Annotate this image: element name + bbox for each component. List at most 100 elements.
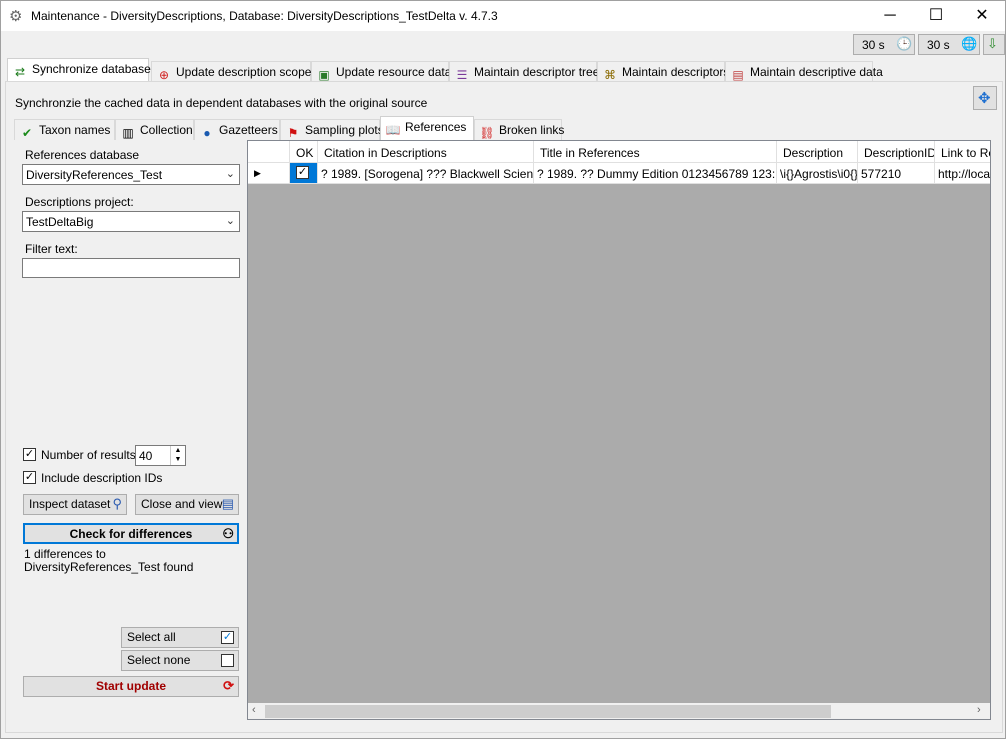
select-none-label: Select none	[127, 653, 191, 667]
column-header-description-id[interactable]: DescriptionID	[858, 141, 935, 163]
select-all-button[interactable]: Select all ✓	[121, 627, 239, 648]
maximize-button[interactable]: ☐	[913, 1, 959, 31]
tab-maintain-descriptor-trees[interactable]: ☰ Maintain descriptor trees	[449, 61, 605, 82]
num-results-label: Number of results:	[41, 448, 140, 462]
magnifier-icon: ⚲	[112, 496, 122, 511]
tab-label: Maintain descriptor trees	[474, 65, 606, 79]
window-title: Maintenance - DiversityDescriptions, Dat…	[31, 9, 498, 23]
taxon-icon: ✔	[21, 126, 33, 140]
data-icon: ▤	[732, 68, 744, 82]
gear-icon: ⚙	[9, 8, 23, 25]
include-ids-checkbox[interactable]: ✓	[23, 471, 36, 484]
close-and-view-button[interactable]: Close and view ▤	[135, 494, 239, 515]
project-combo[interactable]: TestDeltaBig ⌄	[22, 211, 240, 232]
num-results-value: 40	[139, 449, 153, 463]
globe-icon: ●	[203, 126, 211, 140]
export-button[interactable]: ⇩	[983, 34, 1005, 55]
filter-input[interactable]	[22, 258, 240, 278]
tab-maintain-descriptors[interactable]: ⌘ Maintain descriptors	[597, 61, 729, 82]
plot-icon: ⚑	[287, 126, 299, 140]
sync-icon: ⇄	[14, 65, 26, 79]
result-text: 1 differences to DiversityReferences_Tes…	[24, 547, 194, 574]
table-row-ok-cell[interactable]: ✓	[290, 163, 318, 184]
row-selector[interactable]: ▶	[248, 163, 290, 184]
page-description: Synchronzie the cached data in dependent…	[15, 96, 428, 110]
download-icon: ⇩	[987, 36, 998, 51]
inspect-label: Inspect dataset	[29, 497, 111, 511]
target-icon: ⊕	[158, 68, 170, 82]
ref-db-label: References database	[25, 148, 140, 162]
column-header-description[interactable]: Description	[777, 141, 858, 163]
include-ids-label: Include description IDs	[41, 471, 163, 485]
scroll-right-icon[interactable]: ›	[977, 704, 981, 716]
close-view-label: Close and view	[141, 497, 223, 511]
subtab-taxon-names[interactable]: ✔ Taxon names	[14, 119, 115, 140]
column-header-link[interactable]: Link to Re	[935, 141, 990, 163]
tab-update-resource-data[interactable]: ▣ Update resource data	[311, 61, 452, 82]
table-row-description[interactable]: \i{}Agrostis\i0{}	[777, 163, 858, 184]
tab-label: Synchronize databases	[32, 62, 157, 76]
table-row-link[interactable]: http://loca	[935, 163, 990, 184]
subtab-references[interactable]: 📖 References	[380, 116, 474, 140]
select-none-button[interactable]: Select none	[121, 650, 239, 671]
timer-label-1: 30 s	[862, 38, 885, 52]
start-update-label: Start update	[95, 679, 166, 693]
start-update-button[interactable]: Start update ⟳	[23, 676, 239, 697]
chevron-down-icon: ⌄	[225, 168, 235, 180]
unchecked-box-icon	[221, 654, 234, 667]
tree-icon: ☰	[456, 68, 468, 82]
chevron-down-icon: ⌄	[225, 215, 235, 227]
tab-label: Maintain descriptors	[622, 65, 730, 79]
title-bar: ⚙ Maintenance - DiversityDescriptions, D…	[1, 1, 1005, 31]
subtab-collection[interactable]: ▥ Collection	[115, 119, 194, 140]
num-results-checkbox[interactable]: ✓	[23, 448, 36, 461]
inspect-dataset-button[interactable]: Inspect dataset ⚲	[23, 494, 127, 515]
table-row-description-id[interactable]: 577210	[858, 163, 935, 184]
select-all-label: Select all	[127, 630, 176, 644]
num-results-stepper[interactable]: 40 ▲ ▼	[135, 445, 186, 466]
move-arrows-icon: ✥	[978, 90, 991, 107]
close-button[interactable]: ✕	[959, 1, 1005, 31]
check-differences-button[interactable]: Check for differences ⚇	[23, 523, 239, 544]
scrollbar-thumb[interactable]	[265, 705, 831, 718]
timer-button-2[interactable]: 30 s 🌐	[918, 34, 980, 55]
subtab-sampling-plots[interactable]: ⚑ Sampling plots	[280, 119, 384, 140]
clock-icon: 🕒	[896, 36, 913, 51]
subtab-broken-links[interactable]: ⛓ Broken links	[474, 119, 565, 140]
subtab-gazetteers[interactable]: ● Gazetteers	[194, 119, 280, 140]
arrange-button[interactable]: ✥	[973, 86, 997, 110]
image-icon: ▣	[318, 68, 330, 82]
tab-maintain-descriptive-data[interactable]: ▤ Maintain descriptive data	[725, 61, 883, 82]
tab-label: Gazetteers	[219, 123, 278, 137]
check-label: Check for differences	[69, 527, 193, 541]
book-icon: 📖	[385, 123, 401, 137]
tab-update-description-scopes[interactable]: ⊕ Update description scopes	[151, 61, 317, 82]
ref-db-value: DiversityReferences_Test	[26, 168, 163, 182]
column-header-citation[interactable]: Citation in Descriptions	[318, 141, 534, 163]
differences-grid[interactable]: OK Citation in Descriptions Title in Ref…	[247, 140, 991, 720]
minimize-button[interactable]: ─	[867, 1, 913, 31]
tab-label: Update description scopes	[176, 65, 318, 79]
scroll-left-icon[interactable]: ‹	[252, 704, 256, 716]
tab-synchronize-databases[interactable]: ⇄ Synchronize databases	[7, 58, 157, 82]
barcode-icon: ▥	[122, 126, 134, 140]
spin-arrows-icon[interactable]: ▲ ▼	[170, 446, 185, 465]
tab-label: Broken links	[499, 123, 565, 137]
ref-db-combo[interactable]: DiversityReferences_Test ⌄	[22, 164, 240, 185]
tab-label: Collection	[140, 123, 193, 137]
table-row-citation[interactable]: ? 1989. [Sorogena] ??? Blackwell Scienti…	[318, 163, 534, 184]
checked-box-icon: ✓	[221, 631, 234, 644]
horizontal-scrollbar[interactable]: ‹ ›	[248, 703, 990, 719]
project-label: Descriptions project:	[25, 195, 134, 209]
row-checkbox[interactable]: ✓	[296, 166, 309, 179]
descriptor-icon: ⌘	[604, 68, 616, 82]
column-header-ok[interactable]: OK	[290, 141, 318, 163]
globe-refresh-icon: 🌐	[961, 36, 978, 51]
column-header-title[interactable]: Title in References	[534, 141, 777, 163]
tab-label: Sampling plots	[305, 123, 384, 137]
tab-label: Taxon names	[39, 123, 111, 137]
timer-button-1[interactable]: 30 s 🕒	[853, 34, 915, 55]
tab-label: Update resource data	[336, 65, 452, 79]
app-window: ⚙ Maintenance - DiversityDescriptions, D…	[0, 0, 1006, 739]
table-row-title[interactable]: ? 1989. ?? Dummy Edition 0123456789 123:…	[534, 163, 777, 184]
